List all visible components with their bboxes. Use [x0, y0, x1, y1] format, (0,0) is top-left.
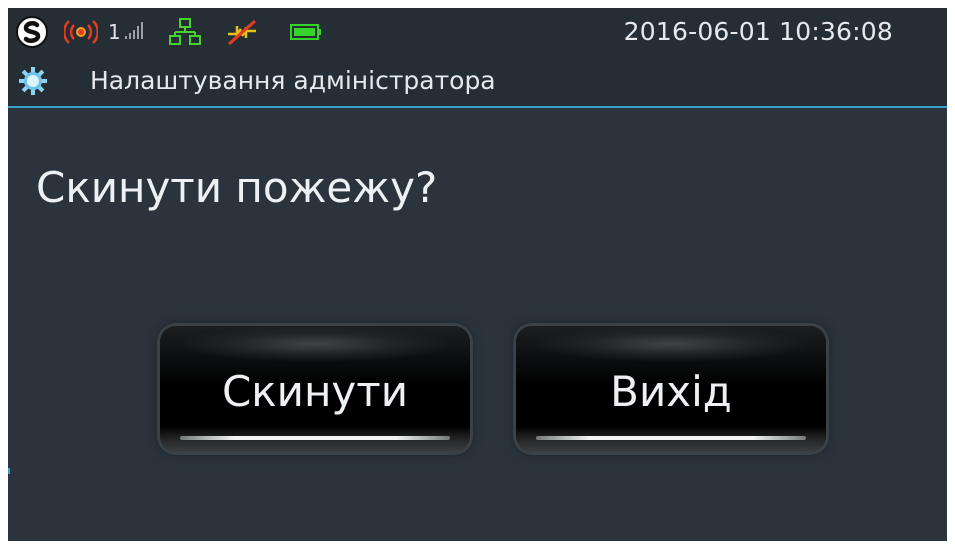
reset-fire-button[interactable]: Скинути	[160, 326, 470, 452]
signal-number: 1	[108, 20, 121, 44]
signal-strength-icon	[124, 20, 146, 44]
gear-icon	[18, 66, 48, 96]
alarm-broadcast-icon	[62, 8, 100, 56]
edge-marker	[8, 468, 10, 474]
dialog-question: Скинути пожежу?	[36, 163, 438, 212]
reset-button-label: Скинути	[221, 367, 409, 416]
datetime: 2016-06-01 10:36:08	[623, 17, 893, 46]
exit-button-label: Вихід	[610, 367, 732, 416]
signal-indicator: 1	[108, 8, 158, 56]
s-logo-icon	[12, 8, 52, 56]
network-icon	[166, 8, 204, 56]
page-title: Налаштування адміністратора	[90, 66, 496, 95]
status-bar: 1 2016-06-01 10:36:08	[8, 8, 947, 56]
screen: 1 2016-06-01 10:36:08 Налаштування адмін…	[8, 8, 947, 541]
exit-button[interactable]: Вихід	[516, 326, 826, 452]
title-bar: Налаштування адміністратора	[8, 56, 947, 108]
link-disconnected-icon	[222, 8, 262, 56]
battery-icon	[286, 8, 326, 56]
